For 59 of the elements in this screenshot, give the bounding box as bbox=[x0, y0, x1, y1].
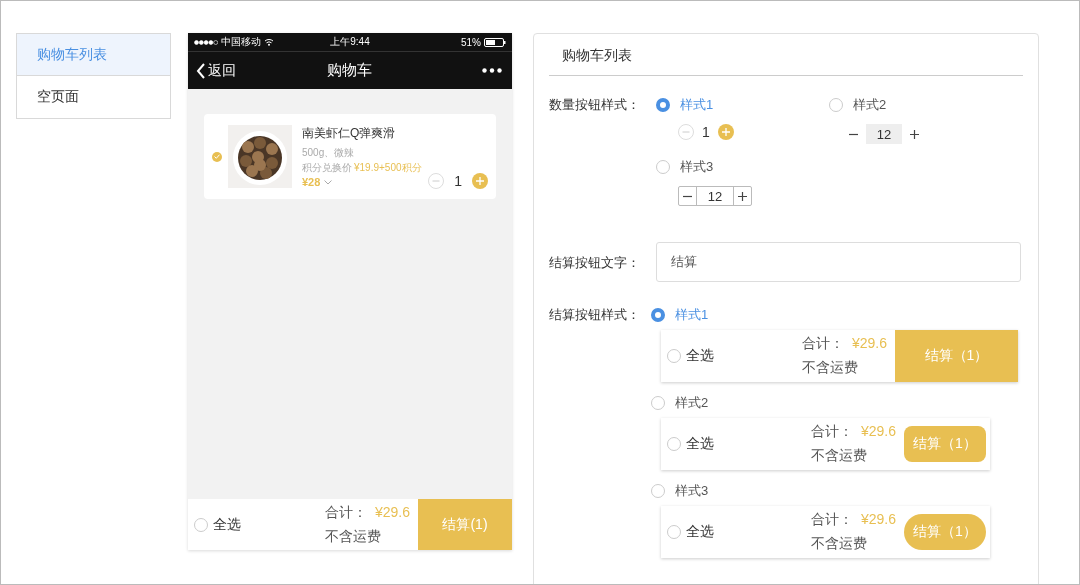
shipping-note: 不含运费 bbox=[810, 447, 868, 465]
style-radio[interactable] bbox=[656, 98, 670, 112]
more-icon[interactable] bbox=[482, 68, 502, 73]
select-all-radio[interactable] bbox=[667, 525, 681, 539]
style-option-label[interactable]: 样式3 bbox=[675, 482, 709, 500]
total-amount: ¥29.6 bbox=[860, 511, 896, 529]
select-all-label: 全选 bbox=[686, 347, 714, 365]
quantity-value: 1 bbox=[702, 124, 710, 140]
shipping-note: 不含运费 bbox=[810, 535, 868, 553]
battery-icon bbox=[484, 37, 506, 47]
select-all-label: 全选 bbox=[213, 515, 241, 534]
page-title: 购物车 bbox=[326, 61, 372, 80]
carrier-name: 中国移动 bbox=[221, 35, 261, 49]
quantity-stepper[interactable]: 12 bbox=[678, 186, 752, 206]
points-price: ¥19.9+500积分 bbox=[354, 161, 422, 175]
product-spec: 500g、微辣 bbox=[302, 146, 356, 160]
total-label: 合计： bbox=[810, 511, 853, 529]
panel-title: 购物车列表 bbox=[562, 47, 632, 65]
select-all-radio[interactable] bbox=[667, 437, 681, 451]
total-label: 合计： bbox=[324, 503, 367, 522]
style-radio[interactable] bbox=[651, 484, 665, 498]
quantity-value: 12 bbox=[706, 187, 724, 205]
total-label: 合计： bbox=[810, 423, 853, 441]
product-price: ¥28 bbox=[302, 176, 321, 188]
select-all-label: 全选 bbox=[686, 435, 714, 453]
total-label: 合计： bbox=[801, 335, 844, 353]
total-amount: ¥29.6 bbox=[851, 335, 887, 353]
style-option-label[interactable]: 样式2 bbox=[675, 394, 709, 412]
field-label: 结算按钮文字： bbox=[549, 254, 641, 272]
back-button[interactable]: 返回 bbox=[196, 61, 236, 80]
style-radio[interactable] bbox=[829, 98, 843, 112]
product-name: 南美虾仁Q弹爽滑 bbox=[302, 125, 397, 142]
style-radio[interactable] bbox=[656, 160, 670, 174]
quantity-value: 1 bbox=[454, 173, 462, 189]
plus-icon[interactable] bbox=[738, 191, 747, 201]
style-option-label[interactable]: 样式3 bbox=[680, 158, 714, 176]
shipping-note: 不含运费 bbox=[324, 527, 382, 546]
field-label: 结算按钮样式： bbox=[549, 306, 641, 324]
select-all-radio[interactable] bbox=[194, 517, 208, 532]
style-radio[interactable] bbox=[651, 308, 665, 322]
total-amount: ¥29.6 bbox=[860, 423, 896, 441]
battery-percent: 51% bbox=[461, 36, 481, 48]
shipping-note: 不含运费 bbox=[801, 359, 859, 377]
chevron-left-icon[interactable] bbox=[196, 62, 206, 79]
signal-icon bbox=[194, 39, 218, 45]
field-label: 数量按钮样式： bbox=[549, 96, 641, 114]
item-checkbox[interactable] bbox=[212, 151, 222, 162]
points-label: 积分兑换价 bbox=[302, 161, 352, 175]
checkout-text-field[interactable]: 结算 bbox=[656, 242, 1021, 282]
status-time: 上午9:44 bbox=[330, 35, 370, 49]
total-amount: ¥29.6 bbox=[374, 503, 410, 522]
style-radio[interactable] bbox=[651, 396, 665, 410]
style-option-label[interactable]: 样式2 bbox=[853, 96, 887, 114]
select-all-radio[interactable] bbox=[667, 349, 681, 363]
quantity-value: 12 bbox=[866, 124, 902, 144]
plus-icon[interactable] bbox=[910, 129, 919, 139]
select-all-label: 全选 bbox=[686, 523, 714, 541]
wifi-icon bbox=[264, 38, 274, 46]
chevron-down-icon[interactable] bbox=[324, 179, 333, 185]
